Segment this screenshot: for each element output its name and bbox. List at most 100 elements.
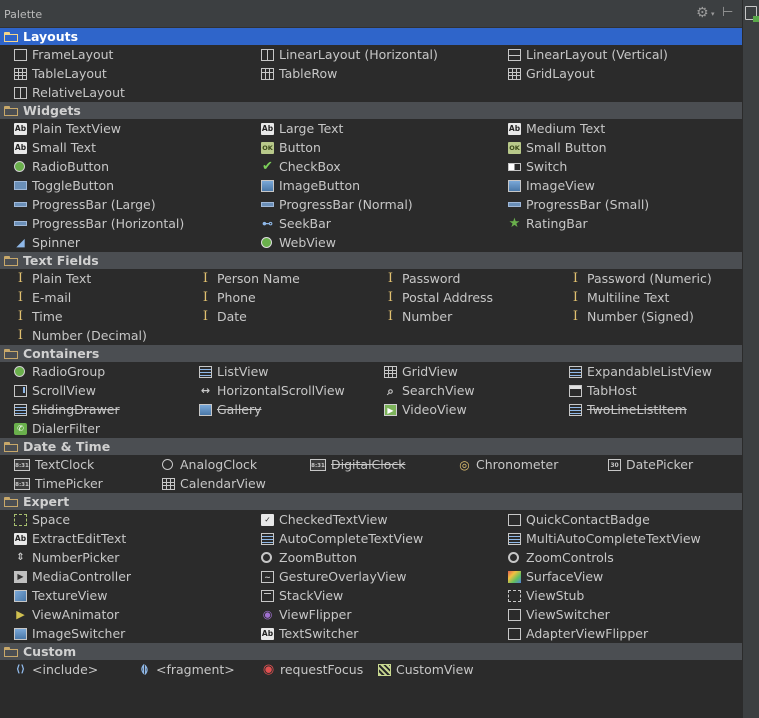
palette-item-adapterviewflipper[interactable]: AdapterViewFlipper [494,624,742,643]
section-header-widgets[interactable]: Widgets [0,102,742,119]
palette-item-textclock[interactable]: 8:31 TextClock [0,455,148,474]
palette-item-listview[interactable]: ListView [185,362,370,381]
palette-item-tablelayout[interactable]: TableLayout [0,64,247,83]
palette-item-date[interactable]: I Date [185,307,370,326]
palette-item-dialerfilter[interactable]: ✆ DialerFilter [0,419,185,438]
palette-item-large-text[interactable]: Ab Large Text [247,119,494,138]
palette-item-numberpicker[interactable]: ⇕ NumberPicker [0,548,247,567]
palette-item-medium-text[interactable]: Ab Medium Text [494,119,742,138]
palette-item-linearlayout-vertical[interactable]: LinearLayout (Vertical) [494,45,742,64]
palette-item-tabhost[interactable]: TabHost [555,381,742,400]
palette-item-number-signed[interactable]: I Number (Signed) [555,307,742,326]
palette-item-progressbar-small[interactable]: ProgressBar (Small) [494,195,742,214]
item-label: GridView [402,364,458,379]
palette-item-videoview[interactable]: ▶ VideoView [370,400,555,419]
palette-item-switch[interactable]: Switch [494,157,742,176]
palette-item-zoomcontrols[interactable]: ZoomControls [494,548,742,567]
gear-icon[interactable]: ⚙ [696,5,709,21]
palette-item-email[interactable]: I E-mail [0,288,185,307]
palette-item-textureview[interactable]: TextureView [0,586,247,605]
section-header-date-time[interactable]: Date & Time [0,438,742,455]
palette-item-radiobutton[interactable]: RadioButton [0,157,247,176]
palette-item-gridlayout[interactable]: GridLayout [494,64,742,83]
palette-item-timepicker[interactable]: 8:31 TimePicker [0,474,148,493]
palette-item-radiogroup[interactable]: RadioGroup [0,362,185,381]
palette-item-togglebutton[interactable]: ToggleButton [0,176,247,195]
palette-item-linearlayout-horizontal[interactable]: LinearLayout (Horizontal) [247,45,494,64]
item-label: Password (Numeric) [587,271,712,286]
palette-item-webview[interactable]: WebView [247,233,494,252]
palette-item-imagebutton[interactable]: ImageButton [247,176,494,195]
palette-item-checkbox[interactable]: ✔ CheckBox [247,157,494,176]
palette-item-small-text[interactable]: Ab Small Text [0,138,247,157]
palette-item-expandablelistview[interactable]: ExpandableListView [555,362,742,381]
palette-item-button[interactable]: OK Button [247,138,494,157]
chevron-down-icon[interactable]: ▾ [711,10,715,18]
palette-item-requestfocus[interactable]: ◉ requestFocus [248,660,364,679]
palette-item-searchview[interactable]: ⌕ SearchView [370,381,555,400]
section-header-expert[interactable]: Expert [0,493,742,510]
palette-item-viewstub[interactable]: ViewStub [494,586,742,605]
palette-item-plain-textview[interactable]: Ab Plain TextView [0,119,247,138]
palette-item-analogclock[interactable]: AnalogClock [148,455,296,474]
palette-item-password-numeric[interactable]: I Password (Numeric) [555,269,742,288]
palette-item-ratingbar[interactable]: ★ RatingBar [494,214,742,233]
palette-item-progressbar-horizontal[interactable]: ProgressBar (Horizontal) [0,214,247,233]
hide-panel-icon[interactable]: ⊢ [722,5,733,20]
palette-item-postal-address[interactable]: I Postal Address [370,288,555,307]
preview-toggle-icon[interactable] [745,6,759,22]
palette-item-viewswitcher[interactable]: ViewSwitcher [494,605,742,624]
palette-item-time[interactable]: I Time [0,307,185,326]
palette-item-chronometer[interactable]: ◎ Chronometer [444,455,594,474]
palette-item-datepicker[interactable]: 30 DatePicker [594,455,742,474]
palette-item-small-button[interactable]: OK Small Button [494,138,742,157]
palette-item-person-name[interactable]: I Person Name [185,269,370,288]
text-icon: Ab [261,122,274,135]
palette-item-slidingdrawer[interactable]: SlidingDrawer [0,400,185,419]
palette-item-extractedittext[interactable]: Ab ExtractEditText [0,529,247,548]
palette-item-autocompletetextview[interactable]: AutoCompleteTextView [247,529,494,548]
palette-item-password[interactable]: I Password [370,269,555,288]
palette-item-plain-text[interactable]: I Plain Text [0,269,185,288]
palette-item-gestureoverlayview[interactable]: ~ GestureOverlayView [247,567,494,586]
palette-item-relativelayout[interactable]: RelativeLayout [0,83,247,102]
palette-item-multiline-text[interactable]: I Multiline Text [555,288,742,307]
palette-item-number[interactable]: I Number [370,307,555,326]
palette-item-number-decimal[interactable]: I Number (Decimal) [0,326,185,345]
item-label: ExtractEditText [32,531,127,546]
palette-item-horizontalscrollview[interactable]: ↔ HorizontalScrollView [185,381,370,400]
palette-item-gridview[interactable]: GridView [370,362,555,381]
palette-item-scrollview[interactable]: ScrollView [0,381,185,400]
palette-item-spinner[interactable]: ◢ Spinner [0,233,247,252]
palette-item-progressbar-normal[interactable]: ProgressBar (Normal) [247,195,494,214]
palette-item-calendarview[interactable]: CalendarView [148,474,296,493]
palette-item-fragment[interactable]: ⟬⟭ <fragment> [124,660,248,679]
palette-item-mediacontroller[interactable]: ▶ MediaController [0,567,247,586]
palette-item-zoombutton[interactable]: ZoomButton [247,548,494,567]
section-header-layouts[interactable]: Layouts [0,28,742,45]
palette-item-stackview[interactable]: StackView [247,586,494,605]
palette-item-checkedtextview[interactable]: ✓ CheckedTextView [247,510,494,529]
palette-item-include[interactable]: ⟨⟩ <include> [0,660,124,679]
palette-item-multiautocompletetextview[interactable]: MultiAutoCompleteTextView [494,529,742,548]
palette-item-imageview[interactable]: ImageView [494,176,742,195]
palette-item-surfaceview[interactable]: SurfaceView [494,567,742,586]
palette-item-progressbar-large[interactable]: ProgressBar (Large) [0,195,247,214]
palette-item-viewflipper[interactable]: ◉ ViewFlipper [247,605,494,624]
palette-item-framelayout[interactable]: FrameLayout [0,45,247,64]
palette-item-twolinelistitem[interactable]: TwoLineListItem [555,400,742,419]
palette-item-imageswitcher[interactable]: ImageSwitcher [0,624,247,643]
palette-item-phone[interactable]: I Phone [185,288,370,307]
palette-item-tablerow[interactable]: TableRow [247,64,494,83]
palette-item-customview[interactable]: CustomView [364,660,742,679]
section-header-custom[interactable]: Custom [0,643,742,660]
palette-item-space[interactable]: Space [0,510,247,529]
palette-item-textswitcher[interactable]: Ab TextSwitcher [247,624,494,643]
palette-item-seekbar[interactable]: ⊷ SeekBar [247,214,494,233]
palette-item-quickcontactbadge[interactable]: QuickContactBadge [494,510,742,529]
section-header-containers[interactable]: Containers [0,345,742,362]
palette-item-viewanimator[interactable]: ▶ ViewAnimator [0,605,247,624]
palette-item-digitalclock[interactable]: 8:31 DigitalClock [296,455,444,474]
section-header-text-fields[interactable]: Text Fields [0,252,742,269]
palette-item-gallery[interactable]: Gallery [185,400,370,419]
